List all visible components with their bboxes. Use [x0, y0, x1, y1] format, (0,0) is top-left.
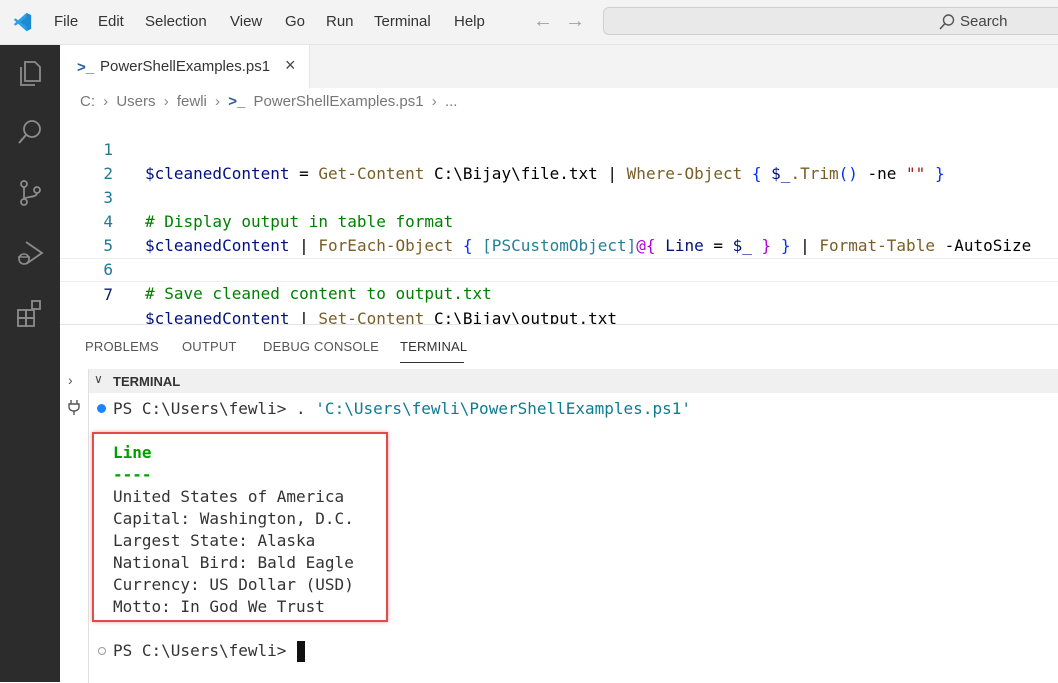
breadcrumb-item-users[interactable]: Users — [116, 93, 155, 110]
powershell-file-icon: >_ — [228, 93, 246, 110]
code-line: 3 # Display output in table format — [60, 162, 1058, 231]
tab-debug-console[interactable]: DEBUG CONSOLE — [263, 339, 379, 354]
tab-output[interactable]: OUTPUT — [182, 339, 237, 354]
chevron-right-icon: › — [163, 93, 169, 110]
code-line: 4 $cleanedContent | ForEach-Object { [PS… — [60, 186, 1058, 255]
code-line-current: 7 $cleanedContent | Set-Content C:\Bijay… — [60, 258, 1058, 328]
menu-go[interactable]: Go — [285, 13, 305, 31]
tab-problems[interactable]: PROBLEMS — [85, 339, 159, 354]
menu-view[interactable]: View — [230, 13, 262, 31]
tab-terminal[interactable]: TERMINAL — [400, 339, 467, 354]
chevron-right-icon[interactable]: › — [68, 372, 73, 388]
chevron-down-icon[interactable]: ∨ — [94, 372, 103, 386]
breadcrumb-item-more[interactable]: ... — [445, 93, 458, 110]
terminal-prompt: PS C:\Users\fewli> . — [113, 399, 316, 418]
title-bar: File Edit Selection View Go Run Terminal… — [0, 0, 1058, 45]
explorer-icon[interactable] — [14, 57, 46, 89]
terminal-section-header[interactable]: ∨ TERMINAL — [89, 369, 1058, 393]
line-number: 7 — [103, 285, 113, 304]
terminal-cursor[interactable] — [297, 641, 305, 662]
source-control-icon[interactable] — [14, 177, 46, 209]
search-label: Search — [960, 13, 1008, 30]
command-success-dot[interactable] — [97, 404, 106, 413]
search-icon — [939, 14, 955, 30]
editor-tab-bar: >_ PowerShellExamples.ps1 × — [60, 45, 1058, 88]
active-tab-indicator — [400, 362, 464, 363]
code-line: 2 — [60, 138, 1058, 183]
command-center-search[interactable]: Search — [603, 7, 1058, 35]
menu-terminal[interactable]: Terminal — [374, 13, 431, 31]
menu-edit[interactable]: Edit — [98, 13, 124, 31]
activity-bar — [0, 45, 60, 682]
breadcrumb: C: › Users › fewli › >_ PowerShellExampl… — [80, 93, 461, 110]
menu-file[interactable]: File — [54, 13, 78, 31]
editor-tab-powershellexamples[interactable]: >_ PowerShellExamples.ps1 × — [60, 45, 310, 88]
code-text: # Save cleaned content to output.txt — [145, 282, 492, 306]
chevron-right-icon: › — [215, 93, 221, 110]
terminal-command-line: PS C:\Users\fewli> . 'C:\Users\fewli\Pow… — [113, 398, 691, 420]
code-token: # Save cleaned content to output.txt — [145, 284, 492, 303]
code-editor[interactable]: 1 $cleanedContent = Get-Content C:\Bijay… — [60, 114, 1058, 328]
menu-run[interactable]: Run — [326, 13, 354, 31]
code-line: 6 # Save cleaned content to output.txt — [60, 234, 1058, 303]
breadcrumb-item-file[interactable]: PowerShellExamples.ps1 — [254, 93, 424, 110]
breadcrumb-item-drive[interactable]: C: — [80, 93, 95, 110]
code-line: 1 $cleanedContent = Get-Content C:\Bijay… — [60, 114, 1058, 183]
chevron-right-icon: › — [103, 93, 109, 110]
search-view-icon[interactable] — [14, 116, 46, 148]
prompt-dot[interactable] — [98, 647, 106, 655]
run-debug-icon[interactable] — [14, 237, 46, 269]
vscode-logo-icon[interactable] — [11, 11, 33, 33]
editor-tab-label: PowerShellExamples.ps1 — [100, 58, 271, 75]
breadcrumb-item-fewli[interactable]: fewli — [177, 93, 207, 110]
back-arrow-icon[interactable]: ← — [533, 10, 553, 32]
terminal-final-prompt: PS C:\Users\fewli> — [113, 641, 297, 660]
plug-icon[interactable] — [67, 399, 81, 415]
terminal-header-label: TERMINAL — [113, 374, 181, 389]
powershell-file-icon: >_ — [77, 59, 95, 76]
terminal-command-arg: 'C:\Users\fewli\PowerShellExamples.ps1' — [315, 399, 691, 418]
extensions-icon[interactable] — [14, 297, 46, 329]
chevron-right-icon: › — [431, 93, 437, 110]
code-line: 5 — [60, 210, 1058, 255]
forward-arrow-icon[interactable]: → — [565, 10, 585, 32]
menu-help[interactable]: Help — [454, 13, 485, 31]
terminal-side-gutter: › — [60, 369, 89, 683]
close-tab-icon[interactable]: × — [285, 55, 296, 76]
menu-selection[interactable]: Selection — [145, 13, 207, 31]
output-highlight-box — [92, 432, 388, 622]
